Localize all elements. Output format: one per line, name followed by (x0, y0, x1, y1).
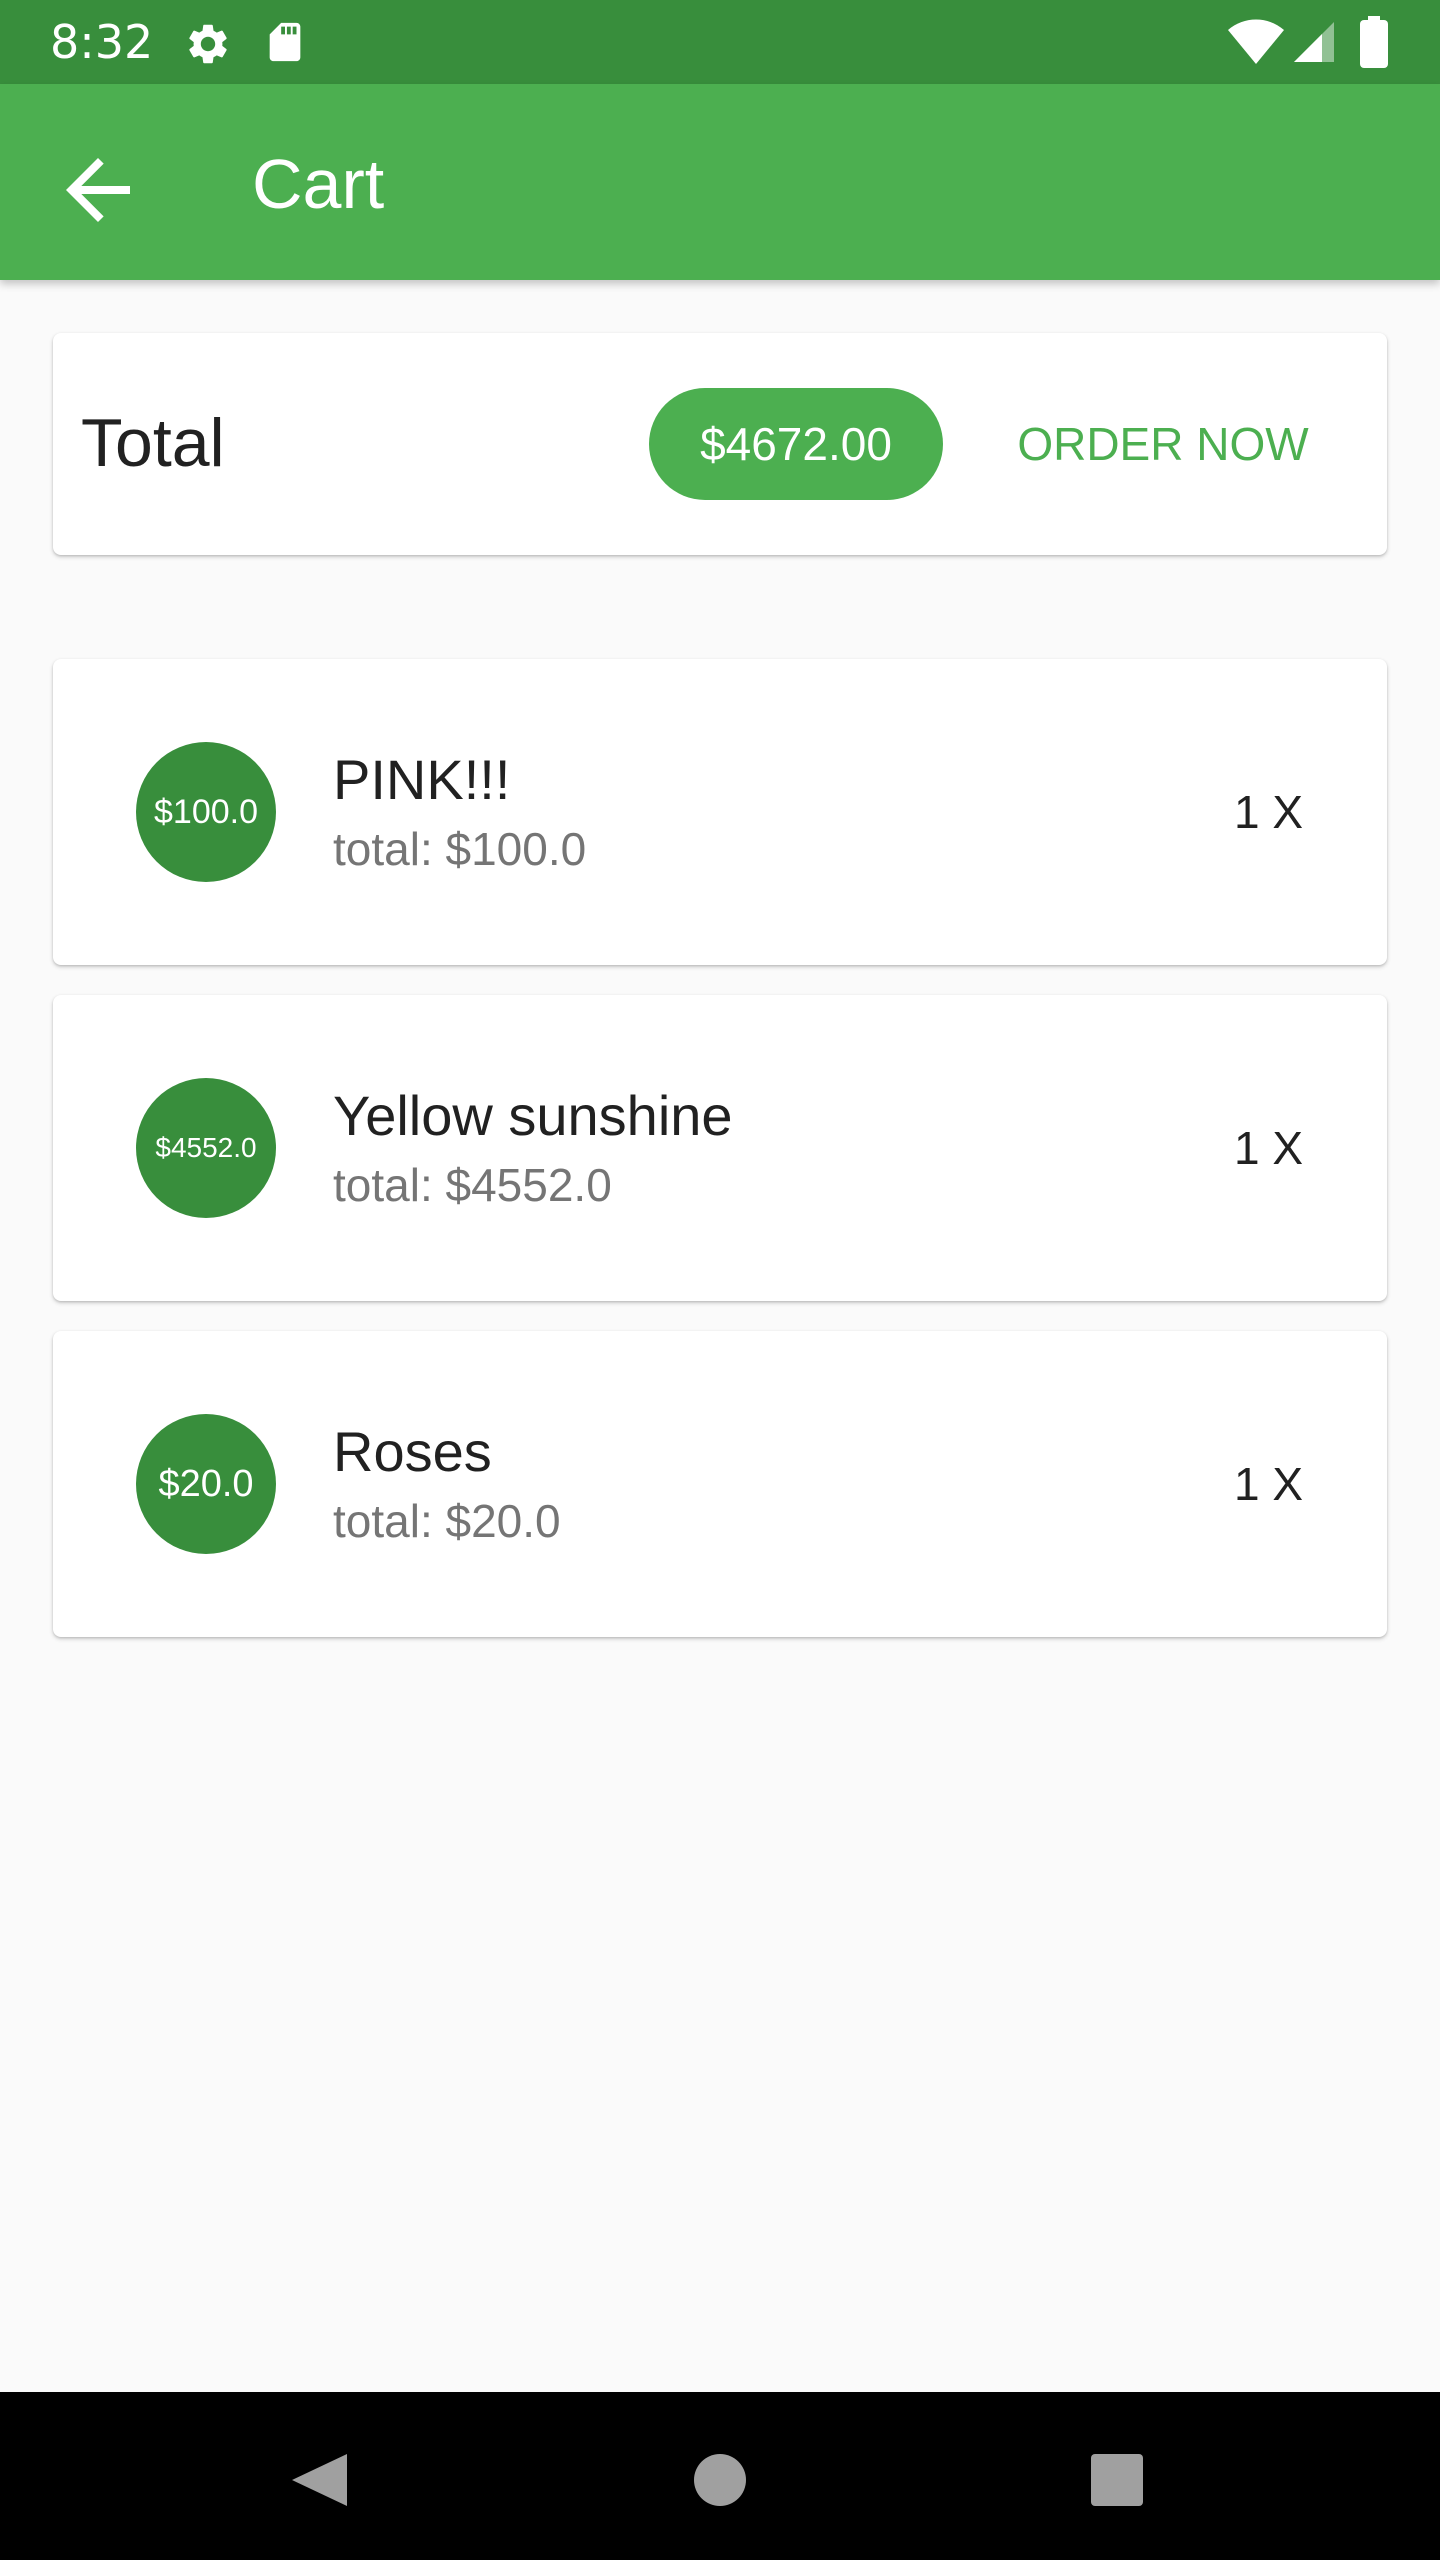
order-now-button[interactable]: ORDER NOW (973, 388, 1353, 500)
item-total: total: $100.0 (333, 823, 587, 875)
cell-signal-icon (1294, 22, 1334, 62)
battery-icon (1360, 16, 1388, 68)
status-bar: 8:32 (0, 0, 1440, 84)
page-title: Cart (252, 145, 385, 223)
total-card: Total $4672.00 ORDER NOW (53, 333, 1387, 555)
back-button[interactable] (50, 142, 146, 238)
item-quantity: 1 X (1233, 1458, 1303, 1510)
cart-item[interactable]: $20.0 Roses total: $20.0 1 X (53, 1331, 1387, 1637)
nav-back-button[interactable] (264, 2424, 376, 2536)
wifi-icon (1228, 19, 1284, 64)
total-amount-chip: $4672.00 (649, 388, 943, 500)
item-quantity: 1 X (1233, 1122, 1303, 1174)
navigation-bar (0, 2392, 1440, 2560)
total-label: Total (81, 405, 225, 481)
sd-card-icon (269, 22, 301, 62)
price-avatar: $4552.0 (136, 1078, 276, 1218)
cart-item[interactable]: $100.0 PINK!!! total: $100.0 1 X (53, 659, 1387, 965)
arrow-back-icon (66, 158, 130, 222)
app-bar: Cart (0, 84, 1440, 280)
recents-square-icon (1091, 2454, 1143, 2506)
price-avatar: $20.0 (136, 1414, 276, 1554)
item-title: PINK!!! (333, 748, 511, 811)
item-total: total: $20.0 (333, 1495, 561, 1547)
item-quantity: 1 X (1233, 786, 1303, 838)
back-triangle-icon (292, 2454, 347, 2506)
price-avatar: $100.0 (136, 742, 276, 882)
item-total: total: $4552.0 (333, 1159, 612, 1211)
settings-icon (189, 24, 227, 64)
nav-home-button[interactable] (664, 2424, 776, 2536)
item-title: Roses (333, 1420, 492, 1483)
home-circle-icon (694, 2454, 746, 2506)
item-title: Yellow sunshine (333, 1084, 733, 1147)
cart-item[interactable]: $4552.0 Yellow sunshine total: $4552.0 1… (53, 995, 1387, 1301)
status-time: 8:32 (50, 15, 154, 69)
nav-recents-button[interactable] (1061, 2424, 1173, 2536)
